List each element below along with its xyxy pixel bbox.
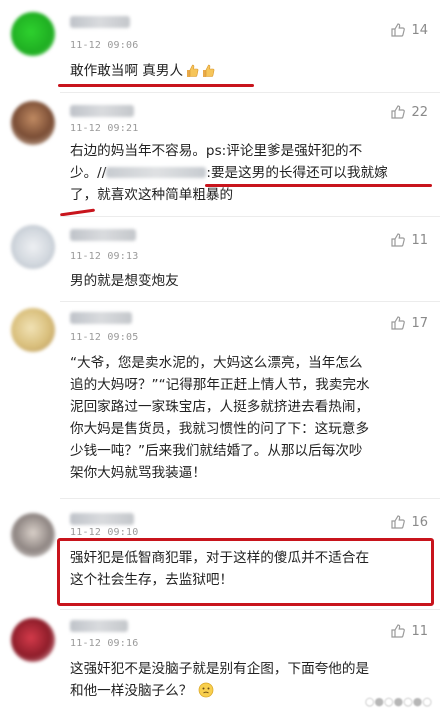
comment-line: 了，就喜欢这种简单粗暴的 xyxy=(70,187,234,203)
username-blurred[interactable] xyxy=(70,312,132,324)
thumbs-up-emoji xyxy=(201,62,215,78)
comment-line: 敢作敢当啊 真男人 xyxy=(70,63,184,79)
comment-text: 敢作敢当啊 真男人 xyxy=(70,60,428,82)
comment-line: 男的就是想变炮友 xyxy=(70,273,179,289)
mentioned-user-blurred[interactable] xyxy=(106,167,207,178)
like-button[interactable]: 11 xyxy=(390,231,428,249)
comment-line: 你大妈是售货员，我就习惯性的问了下：这玩意多 xyxy=(70,421,370,437)
like-count: 11 xyxy=(411,232,428,248)
like-count: 11 xyxy=(411,623,428,639)
comment-time: 11-12 09:10 xyxy=(70,527,139,538)
username-blurred[interactable] xyxy=(70,16,130,28)
like-button[interactable]: 16 xyxy=(390,513,428,531)
thumbs-up-icon xyxy=(391,624,406,638)
comment-line: 少。//:要是这男的长得还可以我就嫁 xyxy=(70,165,388,181)
username-blurred[interactable] xyxy=(70,229,136,241)
username-blurred[interactable] xyxy=(70,105,134,117)
comment-time: 11-12 09:16 xyxy=(70,638,139,649)
comment-time: 11-12 09:05 xyxy=(70,332,139,343)
comment-line: 少钱一吨？”后来我们就结婚了。从那以后每次吵 xyxy=(70,443,363,459)
like-button[interactable]: 14 xyxy=(390,21,428,39)
like-count: 22 xyxy=(411,104,428,120)
like-button[interactable]: 17 xyxy=(390,314,428,332)
like-count: 16 xyxy=(411,514,428,530)
thumbs-up-icon xyxy=(391,23,406,37)
thumbs-up-icon xyxy=(391,105,406,119)
like-button[interactable]: 22 xyxy=(390,103,428,121)
comment-text: 强奸犯是低智商犯罪，对于这样的傻瓜并不适合在 这个社会生存，去监狱吧！ xyxy=(70,547,428,591)
like-count: 14 xyxy=(411,22,428,38)
comment-line: 泥回家路过一家珠宝店，人挺多就挤进去看热闹， xyxy=(70,399,370,415)
avatar[interactable] xyxy=(11,225,55,269)
thumbs-up-icon xyxy=(391,233,406,247)
highlight-underline xyxy=(59,208,96,216)
avatar[interactable] xyxy=(11,12,55,56)
comment-5: 11-12 09:10 16 强奸犯是低智商犯罪，对于这样的傻瓜并不适合在 这个… xyxy=(0,499,440,609)
like-count: 17 xyxy=(411,315,428,331)
comment-2: 11-12 09:21 22 右边的妈当年不容易。ps:评论里爹是强奸犯的不 少… xyxy=(0,93,440,216)
avatar[interactable] xyxy=(11,101,55,145)
comment-line: 这个社会生存，去监狱吧！ xyxy=(70,572,234,588)
comment-time: 11-12 09:06 xyxy=(70,40,139,51)
comment-time: 11-12 09:13 xyxy=(70,251,139,262)
comment-line: 架你大妈就骂我装逼！ xyxy=(70,465,206,481)
avatar[interactable] xyxy=(11,618,55,662)
thumbs-up-icon xyxy=(391,316,406,330)
username-blurred[interactable] xyxy=(70,620,128,632)
avatar[interactable] xyxy=(11,308,55,352)
thumbs-up-icon xyxy=(391,515,406,529)
comment-text: 右边的妈当年不容易。ps:评论里爹是强奸犯的不 少。//:要是这男的长得还可以我… xyxy=(70,140,428,206)
comment-line: “大爷，您是卖水泥的，大妈这么漂亮，当年怎么 xyxy=(70,355,363,371)
highlight-underline xyxy=(205,184,432,187)
thinking-face-emoji xyxy=(198,682,214,698)
comment-text: 男的就是想变炮友 xyxy=(70,270,428,292)
comment-1: 11-12 09:06 14 敢作敢当啊 真男人 xyxy=(0,0,440,92)
comment-line: 右边的妈当年不容易。ps:评论里爹是强奸犯的不 xyxy=(70,143,363,159)
comment-line: 强奸犯是低智商犯罪，对于这样的傻瓜并不适合在 xyxy=(70,550,370,566)
thumbs-up-emoji xyxy=(185,62,199,78)
comment-line: 这强奸犯不是没脑子就是别有企图，下面夸他的是 xyxy=(70,661,370,677)
comment-time: 11-12 09:21 xyxy=(70,123,139,134)
comment-4: 11-12 09:05 17 “大爷，您是卖水泥的，大妈这么漂亮，当年怎么 追的… xyxy=(0,302,440,498)
comment-line: 追的大妈呀？”“记得那年正赶上情人节，我卖完水 xyxy=(70,377,370,393)
username-blurred[interactable] xyxy=(70,513,134,525)
comment-3: 11-12 09:13 11 男的就是想变炮友 xyxy=(0,217,440,301)
avatar[interactable] xyxy=(11,513,55,557)
watermark-blurred: ○●○●○●○ xyxy=(364,695,432,708)
like-button[interactable]: 11 xyxy=(390,622,428,640)
highlight-underline xyxy=(58,84,254,87)
comment-text: “大爷，您是卖水泥的，大妈这么漂亮，当年怎么 追的大妈呀？”“记得那年正赶上情人… xyxy=(70,352,428,484)
